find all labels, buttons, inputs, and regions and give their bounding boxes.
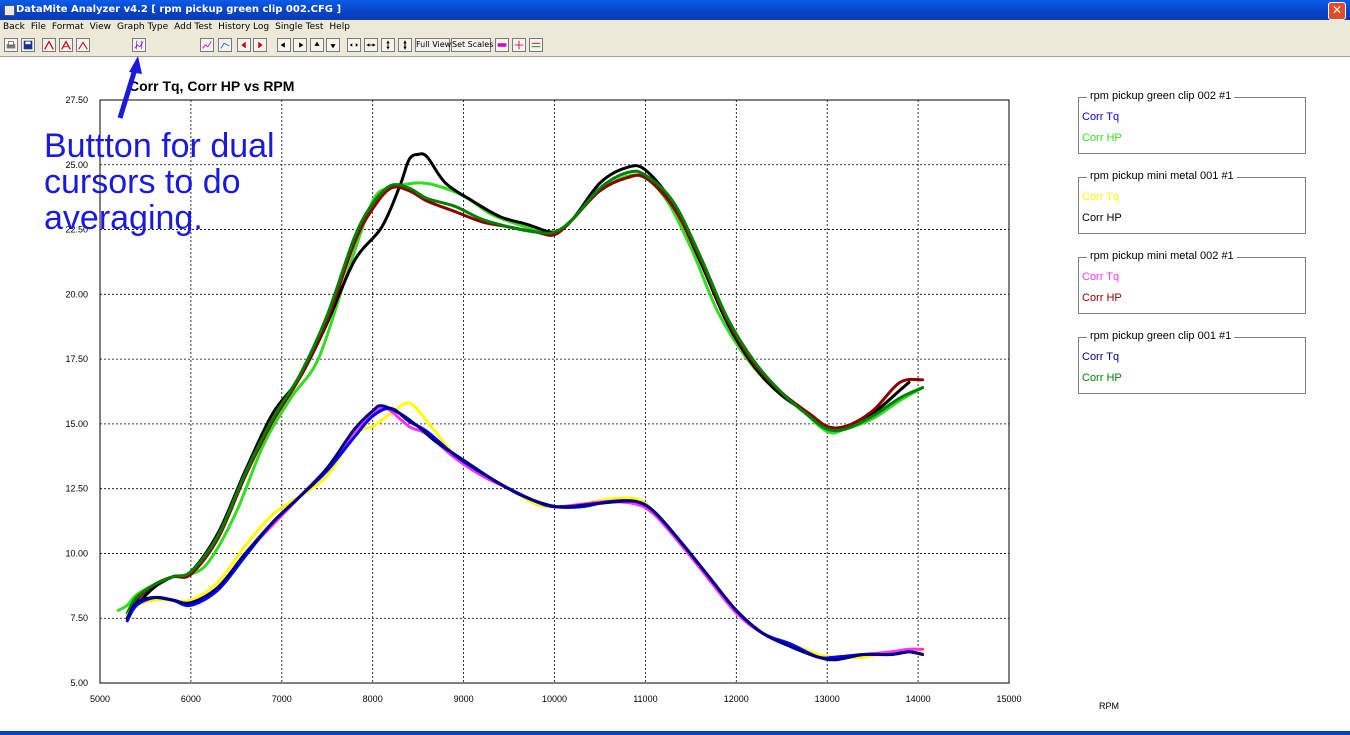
legend-item-corr-tq: Corr Tq — [1082, 191, 1120, 203]
x-tick-label: 9000 — [454, 694, 474, 704]
legend-item-corr-tq: Corr Tq — [1082, 271, 1120, 283]
right-cursor-icon[interactable] — [253, 38, 267, 52]
shrink-horizontal-icon[interactable] — [364, 38, 378, 52]
legend-group-title: rpm pickup mini metal 002 #1 — [1087, 250, 1237, 262]
x-tick-label: 14000 — [906, 694, 931, 704]
stretch-horizontal-icon[interactable] — [347, 38, 361, 52]
menu-history-log[interactable]: History Log — [215, 22, 272, 32]
series-line — [125, 401, 925, 660]
full-view-button[interactable]: Full View — [415, 38, 451, 52]
x-tick-label: 12000 — [724, 694, 749, 704]
toolbar: Full View Set Scales — [0, 34, 1350, 57]
menu-graph-type[interactable]: Graph Type — [114, 22, 171, 32]
x-axis-label: RPM — [1099, 701, 1119, 711]
legend-group-1: rpm pickup green clip 002 #1 Corr Tq Cor… — [1078, 90, 1306, 154]
app-icon — [4, 5, 15, 16]
series-line — [125, 173, 925, 618]
markers-icon[interactable] — [512, 38, 526, 52]
pan-left-icon[interactable] — [277, 38, 291, 52]
pan-up-icon[interactable] — [310, 38, 324, 52]
pan-right-icon[interactable] — [293, 38, 307, 52]
pan-down-icon[interactable] — [326, 38, 340, 52]
legend-group-title: rpm pickup mini metal 001 #1 — [1087, 170, 1237, 182]
series-line — [116, 173, 925, 612]
menu-add-test[interactable]: Add Test — [171, 22, 215, 32]
x-axis-ticks: 5000 6000 7000 8000 9000 10000 11000 12000 13000… — [90, 694, 1022, 704]
y-tick-label: 15.00 — [65, 419, 88, 429]
x-tick-label: 10000 — [542, 694, 567, 704]
x-tick-label: 11000 — [633, 694, 657, 704]
print-icon[interactable] — [4, 38, 18, 52]
color-settings-icon[interactable] — [495, 38, 509, 52]
x-tick-label: 6000 — [181, 694, 201, 704]
save-icon[interactable] — [21, 38, 35, 52]
series-line — [125, 169, 925, 615]
y-tick-label: 20.00 — [65, 289, 88, 299]
graph-b-icon[interactable] — [59, 38, 73, 52]
legend-item-corr-tq: Corr Tq — [1082, 111, 1120, 123]
series-line — [125, 406, 925, 660]
legend-group-4: rpm pickup green clip 001 #1 Corr Tq Cor… — [1078, 330, 1306, 394]
dual-cursor-icon[interactable] — [132, 38, 146, 52]
title-bar: DataMite Analyzer v4.2 [ rpm pickup gree… — [0, 0, 1350, 20]
left-cursor-icon[interactable] — [237, 38, 251, 52]
series-line — [125, 404, 925, 662]
line-style-icon[interactable] — [529, 38, 543, 52]
set-scales-button[interactable]: Set Scales — [451, 38, 493, 52]
legend-group-title: rpm pickup green clip 001 #1 — [1087, 330, 1235, 342]
zoom-graph-icon[interactable] — [200, 38, 214, 52]
menu-single-test[interactable]: Single Test — [272, 22, 326, 32]
series-line — [125, 406, 925, 660]
legend-item-corr-hp: Corr HP — [1082, 292, 1122, 304]
x-tick-label: 8000 — [363, 694, 383, 704]
graph-c-icon[interactable] — [76, 38, 90, 52]
legend-item-corr-hp: Corr HP — [1082, 372, 1122, 384]
y-tick-label: 12.50 — [65, 484, 88, 494]
legend-item-corr-hp: Corr HP — [1082, 132, 1122, 144]
x-tick-label: 5000 — [90, 694, 110, 704]
legend-group-2: rpm pickup mini metal 001 #1 Corr Tq Cor… — [1078, 170, 1306, 234]
y-tick-label: 17.50 — [65, 354, 88, 364]
menu-view[interactable]: View — [87, 22, 114, 32]
legend-group-title: rpm pickup green clip 002 #1 — [1087, 90, 1235, 102]
shrink-vertical-icon[interactable] — [398, 38, 412, 52]
legend-item-corr-hp: Corr HP — [1082, 212, 1122, 224]
x-tick-label: 13000 — [815, 694, 840, 704]
window-title: DataMite Analyzer v4.2 [ rpm pickup gree… — [16, 4, 342, 15]
chart-title: Corr Tq, Corr HP vs RPM — [129, 78, 295, 94]
menu-format[interactable]: Format — [49, 22, 87, 32]
graph-a-icon[interactable] — [42, 38, 56, 52]
y-tick-label: 27.50 — [65, 95, 88, 105]
x-tick-label: 15000 — [996, 694, 1021, 704]
legend-item-corr-tq: Corr Tq — [1082, 351, 1120, 363]
close-button[interactable]: ✕ — [1328, 2, 1346, 20]
y-tick-label: 5.00 — [70, 678, 88, 688]
annotation-text: Buttton for dual cursors to do averaging… — [44, 127, 275, 237]
legend-group-3: rpm pickup mini metal 002 #1 Corr Tq Cor… — [1078, 250, 1306, 314]
menu-bar: Back File Format View Graph Type Add Tes… — [0, 20, 1350, 34]
graph-scale-icon[interactable] — [218, 38, 232, 52]
menu-file[interactable]: File — [28, 22, 49, 32]
menu-back[interactable]: Back — [0, 22, 28, 32]
window-bottom-border — [0, 731, 1350, 735]
menu-help[interactable]: Help — [326, 22, 353, 32]
x-tick-label: 7000 — [272, 694, 292, 704]
stretch-vertical-icon[interactable] — [381, 38, 395, 52]
y-tick-label: 10.00 — [65, 548, 88, 558]
y-tick-label: 7.50 — [70, 613, 88, 623]
